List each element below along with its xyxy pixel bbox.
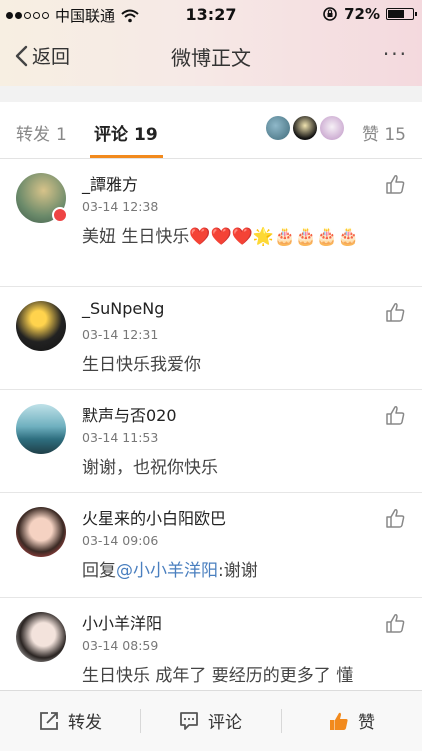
active-tab-indicator: [90, 155, 163, 158]
comment-author[interactable]: 火星来的小白阳欧巴: [82, 505, 226, 529]
tab-comments-count: 19: [134, 125, 158, 145]
more-button[interactable]: ···: [383, 42, 408, 66]
tab-likes[interactable]: 赞 15: [362, 120, 406, 145]
repost-icon: [40, 711, 58, 730]
comment-text: 谢谢，也祝你快乐: [82, 458, 218, 478]
liker-avatar: [266, 116, 290, 140]
tab-repost[interactable]: 转发 1: [16, 120, 67, 145]
comment-time: 03-14 12:31: [82, 327, 159, 342]
liker-avatars[interactable]: [266, 116, 344, 140]
thumb-up-icon[interactable]: [384, 173, 406, 195]
comment-text: 生日快乐 成年了 要经历的更多了 懂: [82, 666, 354, 686]
comment-item[interactable]: 小小羊洋阳 03-14 08:59 生日快乐 成年了 要经历的更多了 懂: [0, 598, 422, 690]
comment-item[interactable]: _譚雅方 03-14 12:38 美妞 生日快乐❤️❤️❤️🌟🎂🎂🎂🎂: [0, 159, 422, 287]
battery-percent: 72%: [344, 5, 380, 23]
mention-link[interactable]: @小小羊洋阳: [116, 561, 218, 581]
tab-likes-label: 赞: [361, 125, 379, 145]
status-bar: 中国联通 13:27 72%: [0, 0, 422, 28]
comment-time: 03-14 08:59: [82, 638, 159, 653]
tab-comments-label: 评论: [94, 125, 128, 145]
tab-repost-label: 转发: [16, 125, 50, 145]
comment-item[interactable]: 默声与否020 03-14 11:53 谢谢，也祝你快乐: [0, 390, 422, 493]
verified-badge: [52, 207, 68, 223]
battery-icon: [386, 8, 417, 20]
tab-comments[interactable]: 评论 19: [94, 120, 158, 145]
nav-bar: 返回 微博正文 ···: [0, 28, 422, 84]
avatar[interactable]: [16, 404, 66, 454]
bottom-action-bar: 转发 评论 赞: [0, 690, 422, 751]
tab-bar: 转发 1 评论 19 赞 15: [0, 102, 422, 159]
repost-label: 转发: [68, 713, 102, 733]
liker-avatar: [320, 116, 344, 140]
comment-text: 生日快乐我爱你: [82, 355, 201, 375]
divider: [281, 709, 282, 733]
like-label: 赞: [358, 713, 375, 733]
thumb-up-icon[interactable]: [384, 507, 406, 529]
comment-author[interactable]: _SuNpeNg: [82, 299, 164, 318]
reply-prefix: 回复: [82, 561, 116, 581]
reply-suffix: :谢谢: [218, 561, 258, 581]
comment-item[interactable]: _SuNpeNg 03-14 12:31 生日快乐我爱你: [0, 287, 422, 390]
comment-text: 美妞 生日快乐❤️❤️❤️🌟🎂🎂🎂🎂: [82, 227, 359, 247]
comment-list[interactable]: _譚雅方 03-14 12:38 美妞 生日快乐❤️❤️❤️🌟🎂🎂🎂🎂 _SuN…: [0, 159, 422, 690]
comment-author[interactable]: 小小羊洋阳: [82, 610, 162, 634]
comment-button[interactable]: 评论: [178, 708, 242, 733]
thumb-up-icon[interactable]: [384, 404, 406, 426]
thumb-up-icon[interactable]: [384, 612, 406, 634]
divider: [140, 709, 141, 733]
comment-time: 03-14 11:53: [82, 430, 159, 445]
tab-likes-count: 15: [384, 125, 406, 145]
comment-item[interactable]: 火星来的小白阳欧巴 03-14 09:06 回复@小小羊洋阳:谢谢: [0, 493, 422, 598]
tab-repost-count: 1: [56, 125, 67, 145]
thumb-up-icon[interactable]: [384, 301, 406, 323]
top-bar: 中国联通 13:27 72% 返回 微博正文 ···: [0, 0, 422, 86]
comment-icon: [180, 711, 198, 730]
status-right: 72%: [322, 5, 417, 23]
comment-author[interactable]: 默声与否020: [82, 402, 177, 426]
comment-text: 回复@小小羊洋阳:谢谢: [82, 557, 406, 585]
avatar[interactable]: [16, 301, 66, 351]
avatar[interactable]: [16, 507, 66, 557]
comment-time: 03-14 12:38: [82, 199, 159, 214]
avatar[interactable]: [16, 612, 66, 662]
thumb-up-filled-icon: [330, 712, 348, 730]
rotation-lock-icon: [323, 7, 337, 21]
repost-button[interactable]: 转发: [38, 708, 102, 733]
comment-time: 03-14 09:06: [82, 533, 159, 548]
liker-avatar: [293, 116, 317, 140]
comment-label: 评论: [208, 713, 242, 733]
comment-author[interactable]: _譚雅方: [82, 171, 138, 195]
like-button[interactable]: 赞: [328, 708, 375, 733]
page-title: 微博正文: [171, 46, 251, 70]
